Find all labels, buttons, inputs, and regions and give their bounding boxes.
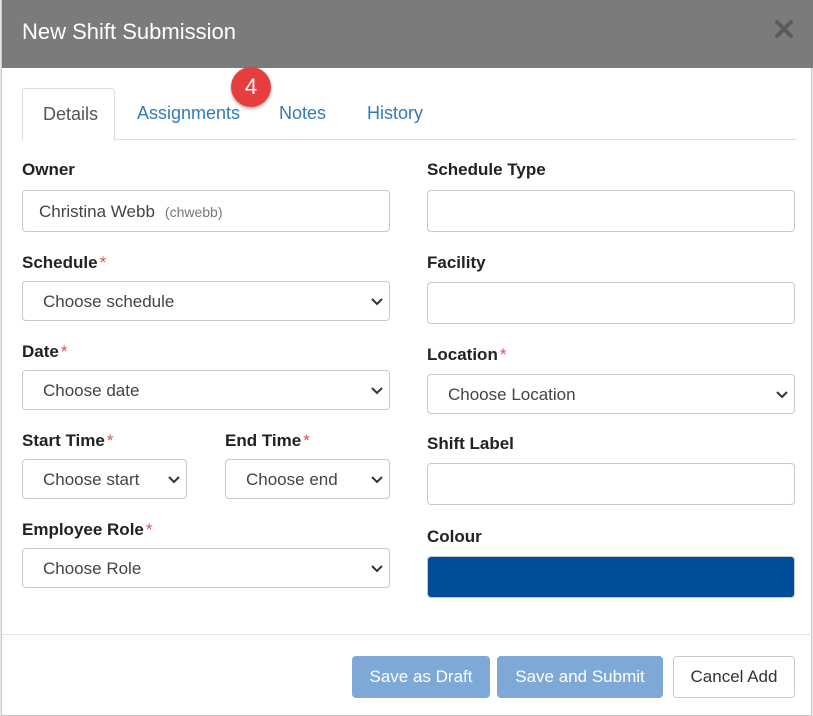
tab-bar: Details Assignments Notes History <box>22 88 796 141</box>
owner-field[interactable]: Christina Webb (chwebb) <box>22 190 390 232</box>
chevron-down-icon <box>371 476 383 484</box>
facility-field[interactable] <box>427 282 795 324</box>
date-label-text: Date <box>22 342 59 361</box>
assignments-count-badge: 4 <box>231 67 271 107</box>
tab-history[interactable]: History <box>347 88 443 140</box>
end-time-label-text: End Time <box>225 431 302 450</box>
schedule-select[interactable]: Choose schedule <box>22 281 390 321</box>
required-marker: * <box>145 520 153 539</box>
new-shift-modal: New Shift Submission Details Assignments… <box>1 0 813 716</box>
close-button[interactable] <box>773 18 795 40</box>
chevron-down-icon <box>371 298 383 306</box>
required-marker: * <box>60 342 68 361</box>
chevron-down-icon <box>776 391 788 399</box>
colour-label: Colour <box>427 527 482 547</box>
shift-label-label: Shift Label <box>427 434 514 454</box>
shift-label-label-text: Shift Label <box>427 434 514 453</box>
start-time-select[interactable]: Choose start <box>22 459 187 499</box>
footer-divider <box>2 634 813 635</box>
owner-username: (chwebb) <box>164 204 223 220</box>
start-time-label-text: Start Time <box>22 431 105 450</box>
cancel-add-button[interactable]: Cancel Add <box>673 656 795 698</box>
schedule-label-text: Schedule <box>22 253 98 272</box>
chevron-down-icon <box>168 476 180 484</box>
employee-role-select[interactable]: Choose Role <box>22 548 390 588</box>
required-marker: * <box>106 431 114 450</box>
required-marker: * <box>499 345 507 364</box>
shift-label-field[interactable] <box>427 463 795 505</box>
modal-title: New Shift Submission <box>22 19 236 44</box>
location-select-value: Choose Location <box>448 385 576 404</box>
required-marker: * <box>303 431 310 450</box>
chevron-down-icon <box>371 565 383 573</box>
employee-role-label-text: Employee Role <box>22 520 144 539</box>
colour-label-text: Colour <box>427 527 482 546</box>
employee-role-label: Employee Role * <box>22 520 153 540</box>
schedule-label: Schedule * <box>22 253 106 273</box>
owner-value: Christina Webb (chwebb) <box>39 202 223 222</box>
colour-picker[interactable] <box>427 556 795 598</box>
location-label-text: Location <box>427 345 498 364</box>
date-select-value: Choose date <box>43 381 140 400</box>
schedule-type-label-text: Schedule Type <box>427 160 546 179</box>
schedule-type-field[interactable] <box>427 190 795 232</box>
start-time-label: Start Time * <box>22 431 113 451</box>
facility-label-text: Facility <box>427 253 486 272</box>
facility-label: Facility <box>427 253 486 273</box>
date-label: Date * <box>22 342 67 362</box>
save-draft-button[interactable]: Save as Draft <box>352 656 490 698</box>
start-time-select-value: Choose start <box>43 470 140 489</box>
location-label: Location * <box>427 345 506 365</box>
location-select[interactable]: Choose Location <box>427 374 795 414</box>
tab-notes[interactable]: Notes <box>259 88 346 140</box>
end-time-label: End Time * <box>225 431 310 451</box>
required-marker: * <box>99 253 107 272</box>
owner-label-text: Owner <box>22 160 75 179</box>
save-submit-button[interactable]: Save and Submit <box>497 656 663 698</box>
employee-role-select-value: Choose Role <box>43 559 142 578</box>
end-time-select-value: Choose end <box>246 470 338 489</box>
schedule-select-value: Choose schedule <box>43 292 175 311</box>
owner-name: Christina Webb <box>39 202 155 221</box>
close-icon <box>775 20 793 38</box>
modal-header: New Shift Submission <box>2 0 813 68</box>
tab-details[interactable]: Details <box>22 88 115 141</box>
chevron-down-icon <box>371 387 383 395</box>
end-time-select[interactable]: Choose end <box>225 459 390 499</box>
schedule-type-label: Schedule Type <box>427 160 546 180</box>
date-select[interactable]: Choose date <box>22 370 390 410</box>
owner-label: Owner <box>22 160 75 180</box>
